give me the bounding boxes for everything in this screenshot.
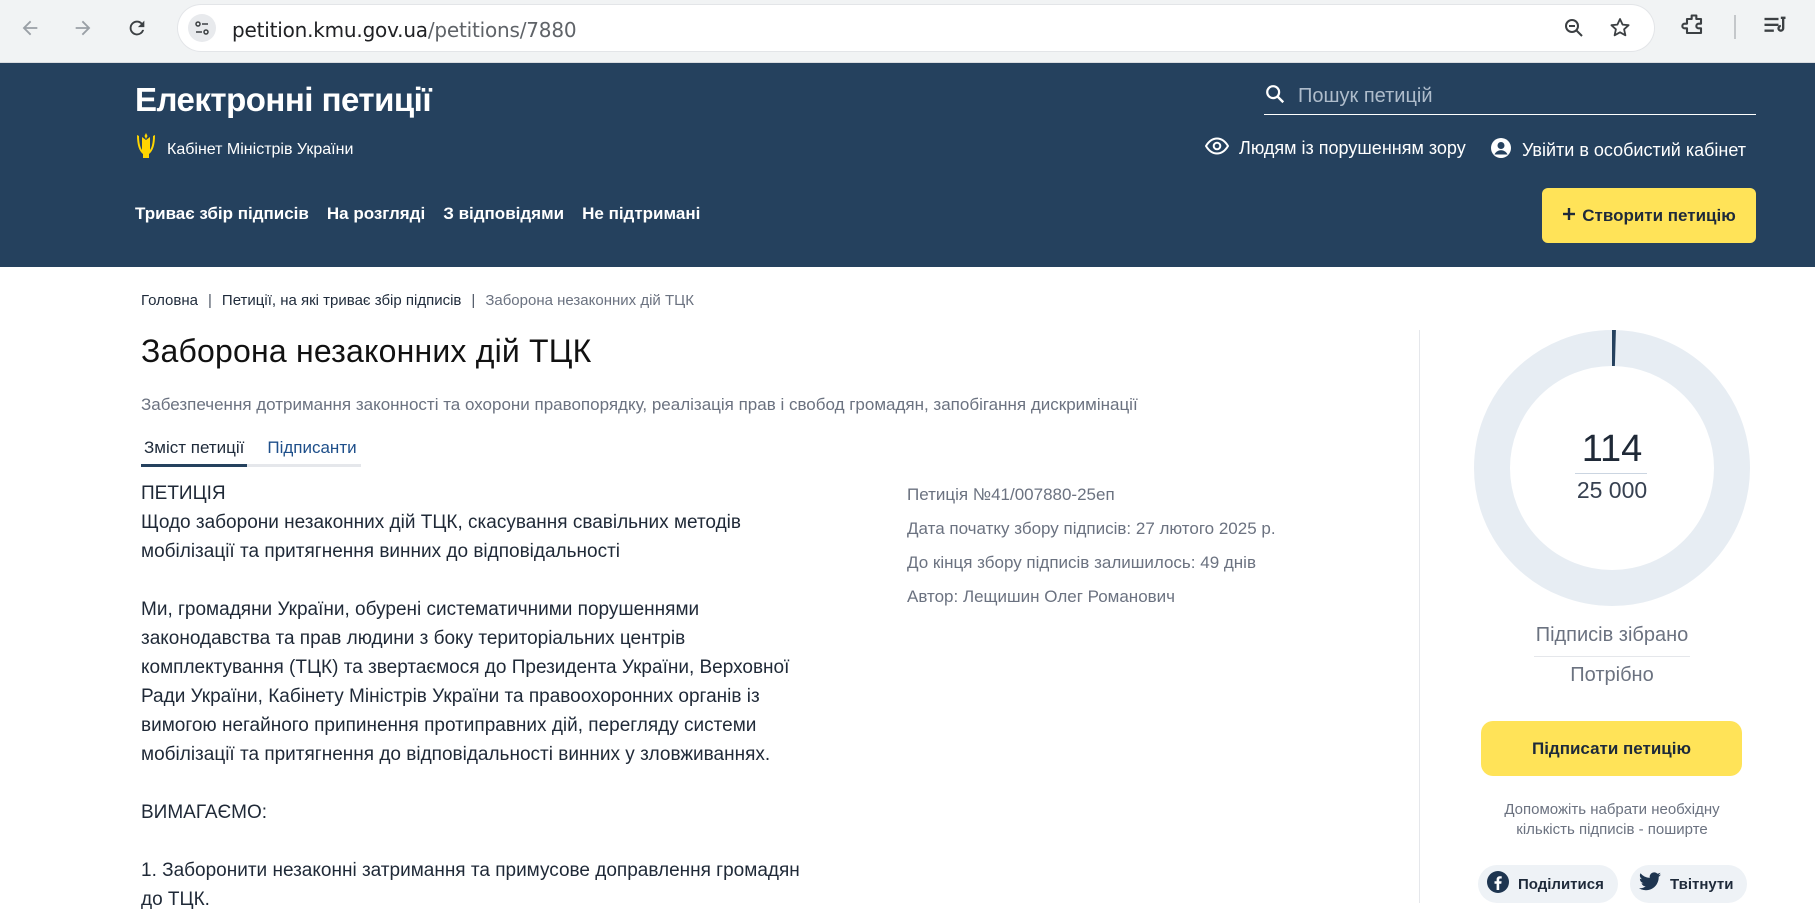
gov-name: Кабінет Міністрів України bbox=[167, 140, 354, 158]
body-line: мобілізації та притягнення винних до від… bbox=[141, 541, 621, 562]
extensions-icon[interactable] bbox=[1680, 12, 1708, 45]
signatures-target: 25 000 bbox=[1576, 477, 1648, 503]
login-label: Увійти в особистий кабінет bbox=[1522, 140, 1747, 160]
menu-item-not-supported[interactable]: Не підтримані bbox=[582, 204, 700, 224]
petition-category: Забезпечення дотримання законності та ох… bbox=[141, 395, 1138, 414]
create-petition-label: Створити петицію bbox=[1582, 205, 1736, 225]
url-domain: petition.kmu.gov.ua bbox=[232, 18, 428, 42]
body-line: 1. Заборонити незаконні затримання та пр… bbox=[141, 860, 800, 881]
help-line: кількість підписів - поширте bbox=[1516, 821, 1708, 838]
site-title[interactable]: Електронні петиції bbox=[135, 81, 432, 119]
body-line: комплектування (ТЦК) та звертаємося до П… bbox=[141, 657, 790, 678]
petition-start-date: Дата початку збору підписів: 27 лютого 2… bbox=[907, 519, 1276, 538]
accessibility-label: Людям із порушенням зору bbox=[1239, 138, 1466, 158]
body-heading: ПЕТИЦІЯ bbox=[141, 483, 226, 504]
breadcrumb-current: Заборона незаконних дій ТЦК bbox=[485, 292, 694, 309]
toolbar-divider bbox=[1734, 15, 1736, 39]
label-collected: Підписів зібрано bbox=[1535, 624, 1689, 646]
body-line: мобілізації та притягнення до відповідал… bbox=[141, 744, 771, 765]
help-line: Допоможіть набрати необхідну bbox=[1504, 801, 1720, 818]
body-line: вимогою негайного припинення протиправни… bbox=[141, 715, 757, 736]
gov-brand[interactable]: Кабінет Міністрів України bbox=[135, 131, 353, 168]
twitter-share-button[interactable]: Твітнути bbox=[1630, 865, 1748, 903]
url-text: petition.kmu.gov.ua/petitions/7880 bbox=[232, 18, 577, 42]
petition-tabs: Зміст петиції Підписанти bbox=[141, 436, 361, 467]
menu-item-in-review[interactable]: На розгляді bbox=[327, 204, 425, 224]
back-icon[interactable] bbox=[14, 12, 46, 44]
breadcrumb-section[interactable]: Петиції, на які триває збір підписів bbox=[222, 292, 462, 309]
petition-meta: Петиція №41/007880-25еп Дата початку збо… bbox=[907, 478, 1276, 614]
breadcrumb-separator: | bbox=[208, 292, 212, 309]
menu-item-collecting[interactable]: Триває збір підписів bbox=[135, 204, 309, 224]
address-bar[interactable]: petition.kmu.gov.ua/petitions/7880 bbox=[178, 5, 1654, 51]
signatures-count: 114 bbox=[1581, 428, 1643, 470]
browser-toolbar: petition.kmu.gov.ua/petitions/7880 bbox=[0, 0, 1815, 63]
page-title: Заборона незаконних дій ТЦК bbox=[141, 333, 592, 369]
share-help-text: Допоможіть набрати необхідну кількість п… bbox=[1474, 800, 1750, 840]
petition-author: Автор: Лещишин Олег Романович bbox=[907, 587, 1176, 606]
tab-content[interactable]: Зміст петиції bbox=[141, 436, 248, 467]
search-bar bbox=[1264, 79, 1756, 115]
column-divider bbox=[1419, 330, 1420, 903]
body-line: Щодо заборони незаконних дій ТЦК, скасув… bbox=[141, 512, 741, 533]
body-demand-heading: ВИМАГАЄМО: bbox=[141, 802, 268, 823]
petition-number: Петиція №41/007880-25еп bbox=[907, 485, 1115, 504]
tab-signers[interactable]: Підписанти bbox=[247, 436, 361, 467]
search-icon[interactable] bbox=[1264, 83, 1286, 110]
site-header: Електронні петиції Кабінет Міністрів Укр… bbox=[0, 63, 1815, 267]
user-icon bbox=[1490, 137, 1512, 164]
breadcrumb-separator: | bbox=[471, 292, 476, 309]
twitter-share-label: Твітнути bbox=[1670, 875, 1734, 893]
body-line: законодавства та прав людини з боку тери… bbox=[141, 628, 686, 649]
label-divider bbox=[1534, 656, 1690, 657]
trident-icon bbox=[135, 131, 157, 168]
search-input[interactable] bbox=[1298, 85, 1738, 108]
petition-body: ПЕТИЦІЯ Щодо заборони незаконних дій ТЦК… bbox=[141, 479, 851, 914]
count-divider bbox=[1575, 473, 1647, 474]
twitter-icon bbox=[1638, 871, 1662, 897]
accessibility-link[interactable]: Людям із порушенням зору bbox=[1204, 137, 1466, 160]
breadcrumb-home[interactable]: Головна bbox=[141, 292, 198, 309]
sign-petition-button[interactable]: Підписати петицію bbox=[1481, 721, 1742, 776]
url-path: /petitions/7880 bbox=[427, 18, 577, 42]
body-line: Ради України, Кабінету Міністрів України… bbox=[141, 686, 760, 707]
plus-icon bbox=[1562, 206, 1576, 226]
reload-icon[interactable] bbox=[121, 12, 153, 44]
menu-item-answered[interactable]: З відповідями bbox=[443, 204, 564, 224]
reading-list-icon[interactable] bbox=[1761, 12, 1789, 45]
eye-icon bbox=[1204, 137, 1230, 160]
label-needed: Потрібно bbox=[1570, 664, 1654, 686]
zoom-icon[interactable] bbox=[1562, 16, 1586, 45]
facebook-share-button[interactable]: Поділитися bbox=[1478, 865, 1618, 903]
body-line: до ТЦК. bbox=[141, 889, 210, 910]
main-menu: Триває збір підписів На розгляді З відпо… bbox=[135, 204, 700, 224]
petition-remaining: До кінця збору підписів залишилось: 49 д… bbox=[907, 553, 1256, 572]
facebook-share-label: Поділитися bbox=[1518, 875, 1604, 893]
login-link[interactable]: Увійти в особистий кабінет bbox=[1490, 137, 1746, 164]
facebook-icon bbox=[1486, 870, 1510, 898]
bookmark-star-icon[interactable] bbox=[1608, 16, 1632, 45]
create-petition-button[interactable]: Створити петицію bbox=[1542, 188, 1756, 243]
breadcrumb: Головна | Петиції, на які триває збір пі… bbox=[141, 292, 694, 309]
body-line: Ми, громадяни України, обурені системати… bbox=[141, 599, 700, 620]
site-info-icon[interactable] bbox=[188, 14, 216, 42]
forward-icon[interactable] bbox=[67, 12, 99, 44]
